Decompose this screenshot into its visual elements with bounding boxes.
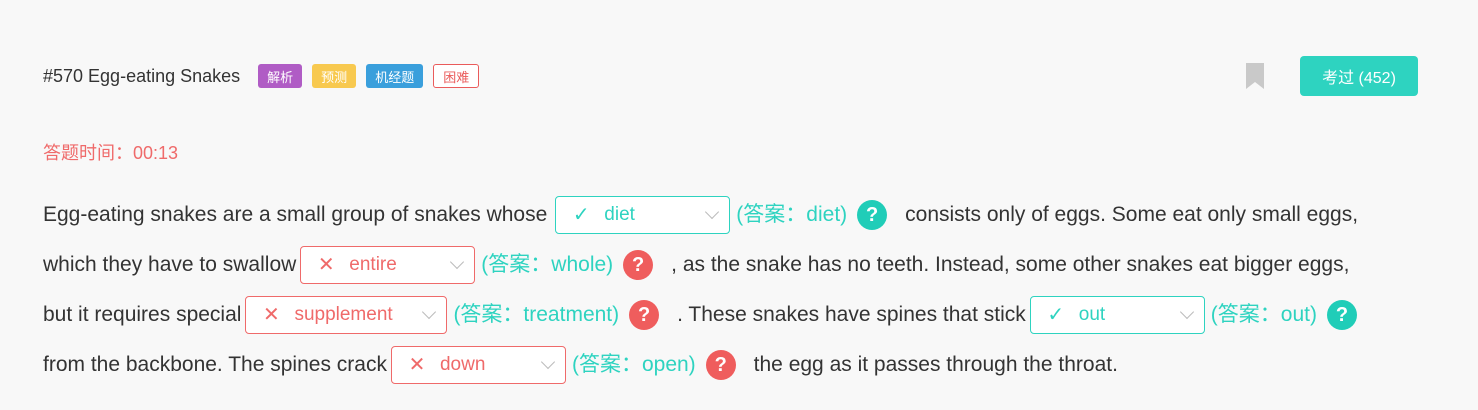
passage-text: . These snakes have spines that stick — [677, 303, 1026, 326]
answer-text: (答案：open) — [571, 353, 696, 376]
passed-count-button[interactable]: 考过 (452) — [1300, 56, 1418, 96]
help-icon[interactable]: ? — [705, 350, 736, 380]
chevron-down-icon — [540, 354, 556, 370]
answer-text: (答案：treatment) — [453, 303, 620, 326]
passage-text: the egg as it passes through the throat. — [753, 353, 1118, 376]
answer-text: (答案：out) — [1210, 303, 1317, 326]
selected-value: supplement — [294, 304, 393, 325]
tag-difficulty: 困难 — [433, 64, 480, 88]
help-icon[interactable]: ? — [1326, 300, 1357, 330]
passage-text: but it requires special — [43, 303, 242, 326]
check-icon: ✓ — [572, 204, 590, 226]
question-header: #570 Egg-eating Snakes 解析 预测 机经题 困难 — [43, 56, 1418, 96]
passage-line: from the backbone. The spines crack ✕ do… — [43, 340, 1433, 390]
blank-select-3[interactable]: ✕ supplement — [245, 296, 448, 334]
passage-line: which they have to swallow ✕ entire (答案：… — [43, 240, 1433, 290]
tag-analysis[interactable]: 解析 — [258, 64, 303, 88]
passage: Egg-eating snakes are a small group of s… — [43, 190, 1433, 390]
chevron-down-icon — [705, 204, 720, 220]
selected-value: down — [439, 354, 486, 375]
chevron-down-icon — [422, 304, 437, 320]
answer-timer: 答题时间：00:13 — [43, 143, 179, 163]
cross-icon: ✕ — [408, 354, 426, 376]
help-icon[interactable]: ? — [857, 200, 888, 230]
chevron-down-icon — [1179, 304, 1194, 320]
question-title: #570 Egg-eating Snakes — [43, 65, 241, 86]
blank-select-1[interactable]: ✓ diet — [555, 196, 731, 234]
check-icon: ✓ — [1047, 304, 1065, 326]
passage-line: but it requires special ✕ supplement (答案… — [43, 290, 1433, 340]
passage-text: consists only of eggs. Some eat only sma… — [905, 203, 1359, 226]
selected-value: entire — [349, 254, 397, 275]
answer-text: (答案：whole) — [481, 253, 614, 276]
passage-text: which they have to swallow — [43, 253, 297, 276]
selected-value: out — [1078, 304, 1106, 325]
cross-icon: ✕ — [263, 304, 280, 326]
tag-prediction[interactable]: 预测 — [312, 64, 357, 88]
bookmark-icon[interactable] — [1245, 62, 1265, 90]
tag-machine-question[interactable]: 机经题 — [366, 64, 424, 88]
passage-line: Egg-eating snakes are a small group of s… — [43, 190, 1433, 240]
passage-text: from the backbone. The spines crack — [43, 353, 387, 376]
selected-value: diet — [604, 204, 635, 225]
blank-select-4[interactable]: ✓ out — [1029, 296, 1205, 334]
passage-text: , as the snake has no teeth. Instead, so… — [671, 253, 1350, 276]
cross-icon: ✕ — [317, 254, 335, 276]
passage-text: Egg-eating snakes are a small group of s… — [43, 203, 548, 226]
help-icon[interactable]: ? — [629, 300, 660, 330]
chevron-down-icon — [450, 254, 465, 270]
blank-select-5[interactable]: ✕ down — [390, 346, 566, 384]
answer-text: (答案：diet) — [736, 203, 848, 226]
help-icon[interactable]: ? — [623, 250, 654, 280]
blank-select-2[interactable]: ✕ entire — [300, 246, 476, 284]
